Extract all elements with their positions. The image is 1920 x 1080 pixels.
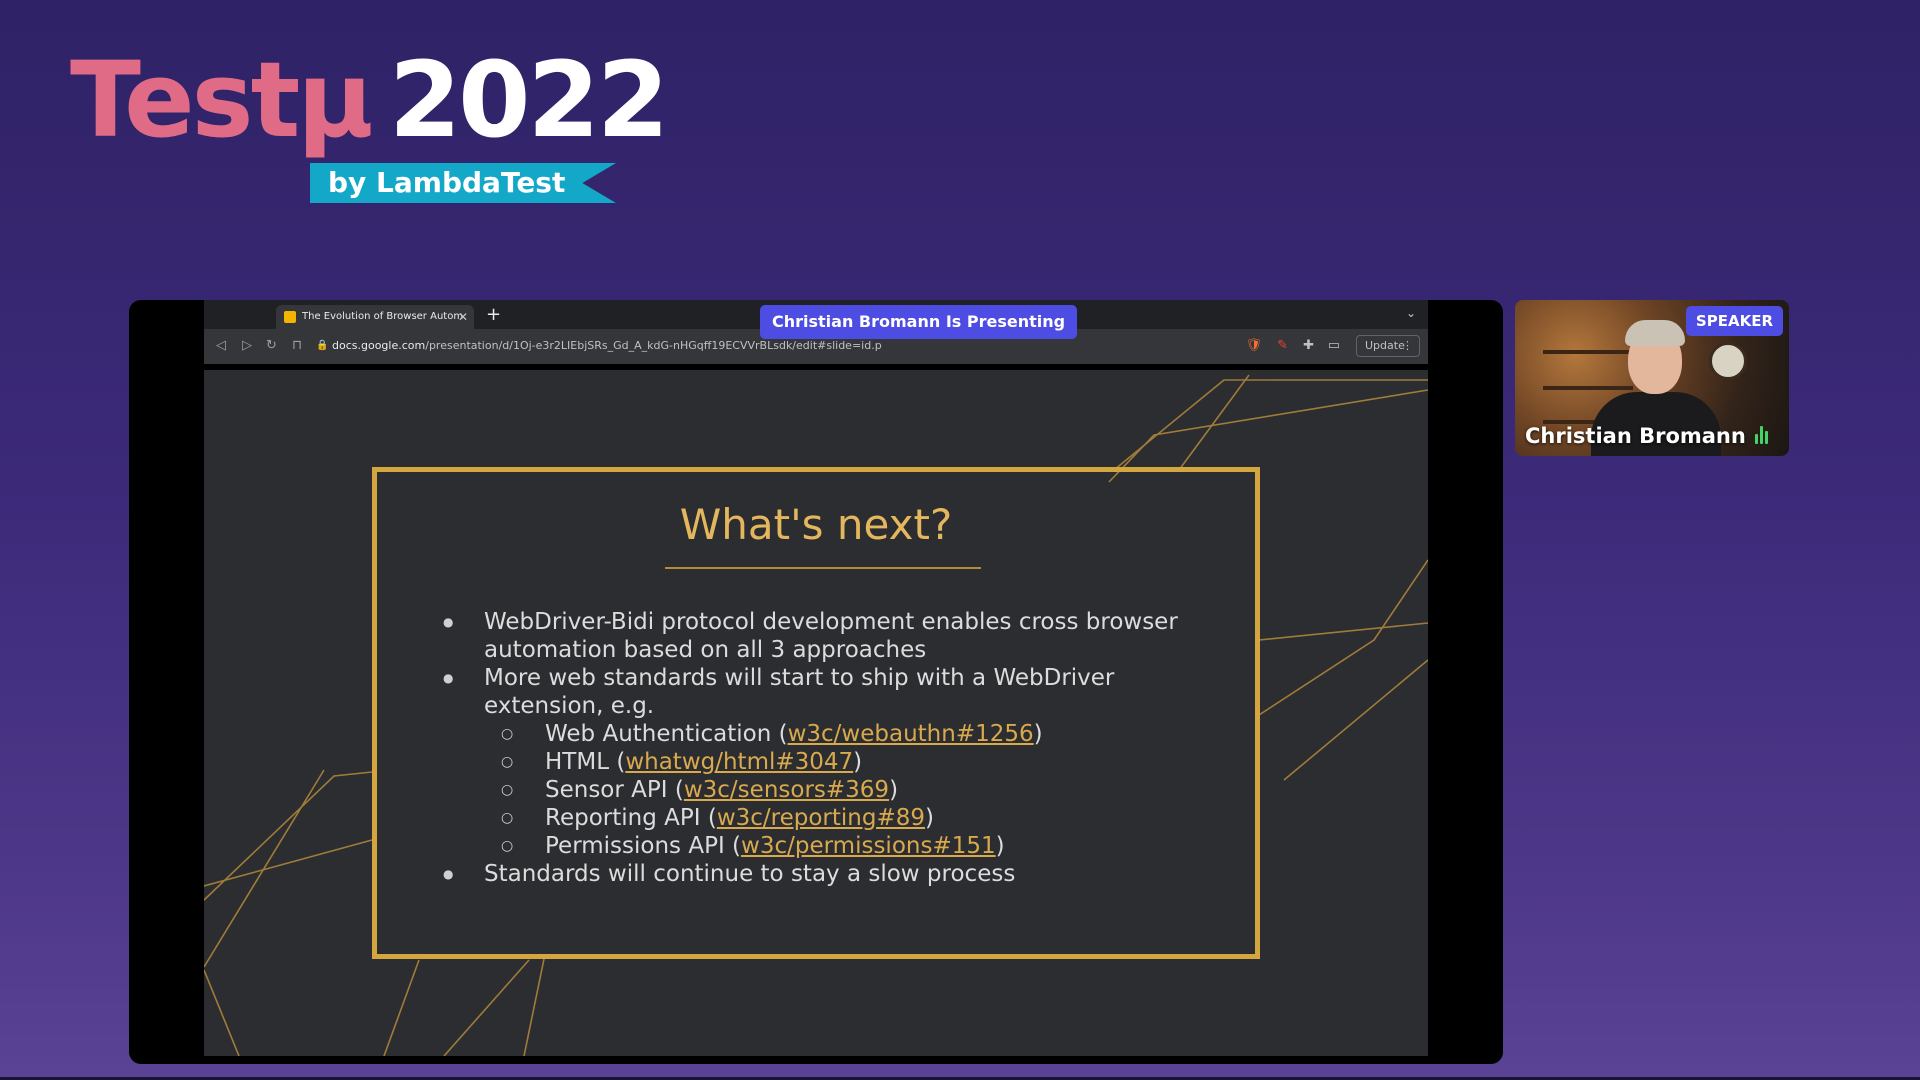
sub-bullet-item: Permissions API (w3c/permissions#151) — [441, 832, 1241, 860]
sidebar-icon[interactable]: ▭ — [1328, 337, 1340, 355]
lock-icon: 🔒 — [316, 340, 329, 351]
decor-line-top-right-3 — [1178, 374, 1250, 471]
slide-content-frame: What's next? WebDriver-Bidi protocol dev… — [372, 467, 1260, 959]
sub-bullet-item: HTML (whatwg/html#3047) — [441, 748, 1241, 776]
sub-bullet-label: Permissions API — [545, 833, 725, 859]
event-logo-title: Testμ 2022 — [70, 48, 669, 152]
sub-bullet-link[interactable]: w3c/webauthn#1256 — [788, 721, 1034, 747]
sub-bullet-link[interactable]: whatwg/html#3047 — [625, 749, 853, 775]
sub-bullet-link[interactable]: w3c/permissions#151 — [741, 833, 996, 859]
speaker-tag: SPEAKER — [1685, 306, 1783, 336]
shared-screen: The Evolution of Browser Autom ✕ + ⌄ ◁ ▷… — [129, 300, 1503, 1064]
decor-line-bottom-2 — [443, 959, 530, 1056]
browser-tab[interactable]: The Evolution of Browser Autom ✕ — [276, 305, 474, 329]
sub-bullet-link[interactable]: w3c/reporting#89 — [717, 805, 925, 831]
close-tab-icon[interactable]: ✕ — [458, 305, 468, 329]
presenting-badge: Christian Bromann Is Presenting — [760, 305, 1078, 339]
speaker-video-tile[interactable]: SPEAKER Christian Bromann — [1515, 300, 1789, 456]
sub-bullet-item: Reporting API (w3c/reporting#89) — [441, 804, 1241, 832]
sub-bullet-link[interactable]: w3c/sensors#369 — [684, 777, 889, 803]
slide-title: What's next? — [679, 500, 953, 549]
bullet-item: WebDriver-Bidi protocol development enab… — [441, 608, 1241, 664]
shield-icon[interactable]: 🛡 — [1245, 337, 1262, 355]
bookmark-icon[interactable]: ⊓ — [292, 337, 302, 355]
title-divider — [665, 567, 981, 569]
decor-line-left-3 — [204, 769, 325, 968]
background-shelf — [1543, 350, 1633, 354]
puzzle-icon[interactable]: ✚ — [1303, 337, 1314, 355]
sub-bullet-label: HTML — [545, 749, 610, 775]
forward-arrow-icon[interactable]: ▷ — [242, 337, 252, 355]
presentation-slide: What's next? WebDriver-Bidi protocol dev… — [204, 370, 1428, 1056]
decor-line-right-3 — [1283, 659, 1428, 781]
update-button[interactable]: Update ⋮ — [1356, 335, 1420, 357]
reload-icon[interactable]: ↻ — [266, 337, 277, 355]
sub-bullet-label: Web Authentication — [545, 721, 772, 747]
event-logo-word: Testμ — [70, 39, 374, 161]
bullet-item: Standards will continue to stay a slow p… — [441, 860, 1241, 888]
decor-line-bottom — [383, 959, 420, 1056]
event-logo-ribbon: by LambdaTest — [310, 163, 616, 203]
more-menu-icon[interactable]: ⋮ — [1402, 336, 1413, 356]
sub-bullet-item: Sensor API (w3c/sensors#369) — [441, 776, 1241, 804]
update-button-label: Update — [1365, 339, 1405, 352]
slides-favicon-icon — [284, 311, 296, 323]
sub-bullet-item: Web Authentication (w3c/webauthn#1256) — [441, 720, 1241, 748]
decor-line-bottom-3 — [523, 958, 545, 1056]
browser-window: The Evolution of Browser Autom ✕ + ⌄ ◁ ▷… — [204, 300, 1428, 364]
event-logo-year: 2022 — [388, 39, 669, 161]
bullet-item: More web standards will start to ship wi… — [441, 664, 1241, 720]
tab-search-chevron-icon[interactable]: ⌄ — [1406, 306, 1416, 320]
back-arrow-icon[interactable]: ◁ — [216, 337, 226, 355]
browser-tab-title: The Evolution of Browser Autom — [302, 311, 464, 322]
decor-line-left — [204, 839, 373, 887]
event-logo: Testμ 2022 by LambdaTest — [70, 48, 669, 203]
decor-line-top-right — [1113, 379, 1428, 471]
url-path: /presentation/d/1Oj-e3r2LIEbjSRs_Gd_A_kd… — [425, 339, 882, 352]
mic-level-icon — [1755, 426, 1769, 444]
url-domain: docs.google.com — [332, 339, 426, 352]
decor-line-bottom-left — [204, 969, 240, 1056]
speaker-name: Christian Bromann — [1525, 424, 1746, 448]
slide-bullet-list: WebDriver-Bidi protocol development enab… — [441, 608, 1241, 888]
new-tab-icon[interactable]: + — [486, 303, 501, 327]
speaker-hair — [1625, 320, 1685, 346]
extension-icon[interactable]: ✎ — [1277, 337, 1288, 355]
sub-bullet-label: Reporting API — [545, 805, 701, 831]
background-shelf — [1543, 386, 1633, 390]
sub-bullet-label: Sensor API — [545, 777, 668, 803]
wall-clock — [1709, 342, 1747, 380]
decor-line-right — [1258, 622, 1428, 641]
decor-line-left-2 — [204, 771, 373, 901]
